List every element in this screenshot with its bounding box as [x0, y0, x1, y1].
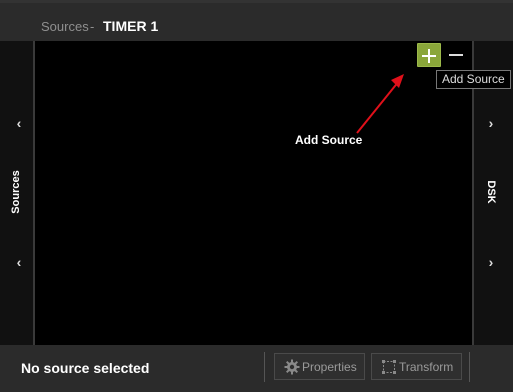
annotation-label: Add Source: [295, 133, 363, 147]
transform-label: Transform: [399, 360, 454, 374]
transform-frame-icon: [382, 360, 396, 374]
properties-label: Properties: [302, 360, 357, 374]
transform-button[interactable]: Transform: [371, 353, 462, 380]
properties-button[interactable]: Properties: [274, 353, 365, 380]
annotation-arrow: [356, 74, 404, 134]
selection-status: No source selected: [21, 360, 150, 376]
toolbar-divider: [264, 352, 265, 382]
gear-icon: [284, 359, 300, 375]
toolbar-divider: [469, 352, 470, 382]
